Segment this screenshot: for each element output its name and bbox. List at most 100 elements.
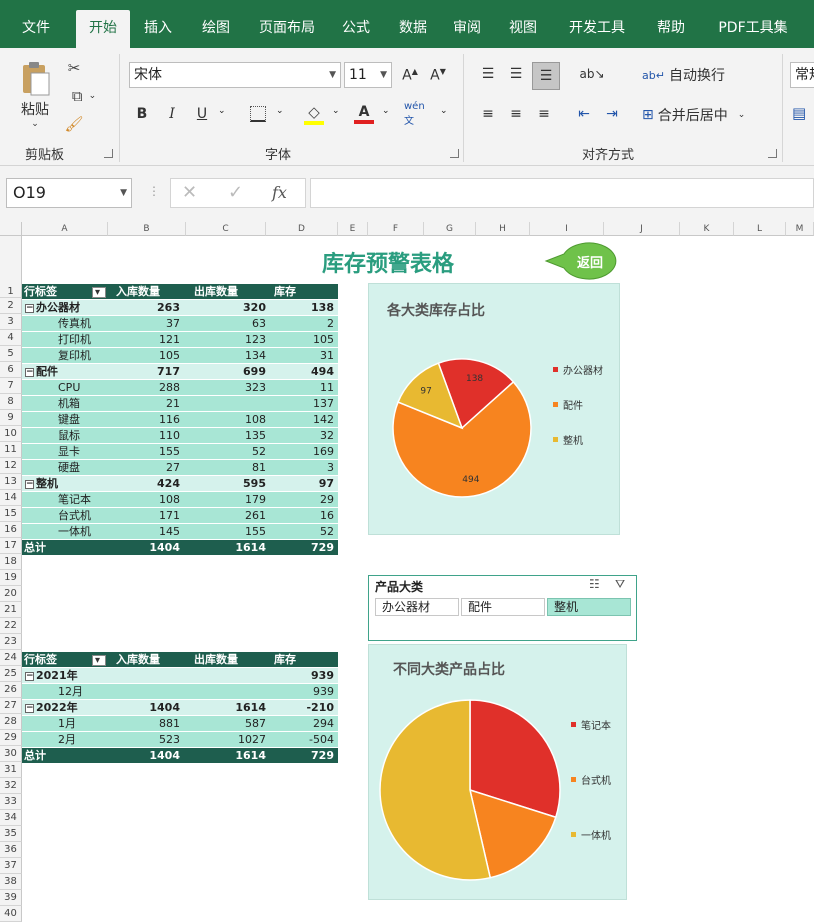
value-out[interactable]: 134 (192, 348, 270, 364)
legend-entry[interactable]: 配件 (553, 397, 583, 412)
font-dialog-launcher[interactable] (450, 149, 459, 158)
value-out[interactable]: 699 (192, 364, 270, 380)
slicer-item[interactable]: 整机 (547, 598, 631, 616)
value-in[interactable]: 108 (114, 492, 184, 508)
row-header[interactable]: 2 (0, 298, 22, 314)
value-in[interactable]: 288 (114, 380, 184, 396)
insert-function-button[interactable]: fx (272, 183, 287, 202)
collapse-icon[interactable]: − (25, 480, 34, 489)
value-in[interactable]: 145 (114, 524, 184, 540)
tab-9[interactable]: 开发工具 (558, 10, 636, 48)
collapse-icon[interactable]: − (25, 368, 34, 377)
row-header[interactable]: 28 (0, 714, 22, 730)
enter-icon[interactable]: ✓ (228, 182, 243, 203)
phonetic-button[interactable]: wén 文 (404, 100, 434, 128)
collapse-icon[interactable]: − (25, 704, 34, 713)
row-header[interactable]: 6 (0, 362, 22, 378)
chevron-down-icon[interactable]: ⌄ (332, 106, 340, 116)
row-header[interactable]: 18 (0, 554, 22, 570)
tab-7[interactable]: 审阅 (446, 10, 488, 48)
italic-button[interactable]: I (160, 102, 184, 126)
formula-input[interactable] (310, 178, 814, 208)
row-header[interactable]: 26 (0, 682, 22, 698)
value-stock[interactable]: 97 (270, 476, 338, 492)
value-in[interactable]: 171 (114, 508, 184, 524)
align-right-button[interactable]: ≡ (532, 102, 556, 126)
value-stock[interactable]: -504 (270, 732, 338, 748)
value-out[interactable]: 135 (192, 428, 270, 444)
value-out[interactable]: 52 (192, 444, 270, 460)
more-options-icon[interactable]: ⋮ (148, 184, 160, 198)
row-header[interactable]: 15 (0, 506, 22, 522)
cut-button[interactable]: ✂ (62, 56, 86, 80)
row-header[interactable]: 17 (0, 538, 22, 554)
value-stock[interactable]: 142 (270, 412, 338, 428)
legend-entry[interactable]: 办公器材 (553, 362, 603, 377)
tab-6[interactable]: 数据 (392, 10, 434, 48)
value-out[interactable]: 1614 (192, 540, 270, 556)
value-stock[interactable]: 294 (270, 716, 338, 732)
align-left-button[interactable]: ≡ (476, 102, 500, 126)
tab-0[interactable]: 文件 (14, 10, 58, 48)
column-header[interactable]: J (604, 222, 680, 236)
legend-entry[interactable]: 台式机 (571, 772, 611, 787)
value-stock[interactable]: 939 (270, 668, 338, 684)
row-header[interactable]: 37 (0, 858, 22, 874)
value-in[interactable] (114, 668, 184, 684)
slicer-product-category[interactable]: 产品大类 ☷ ⛛ 办公器材 配件 整机 (368, 575, 637, 641)
chevron-down-icon[interactable]: ⌄ (382, 106, 390, 116)
collapse-icon[interactable]: − (25, 672, 34, 681)
row-label[interactable]: 整机 (36, 476, 126, 492)
row-label[interactable]: 总计 (24, 540, 114, 556)
value-out[interactable] (192, 668, 270, 684)
font-name-dropdown[interactable]: 宋体 ▼ (129, 62, 341, 88)
row-header[interactable]: 8 (0, 394, 22, 410)
row-header[interactable]: 13 (0, 474, 22, 490)
row-labels-header[interactable]: 行标签 (24, 284, 88, 300)
tab-8[interactable]: 视图 (502, 10, 544, 48)
value-out[interactable]: 1027 (192, 732, 270, 748)
align-center-button[interactable]: ≡ (504, 102, 528, 126)
column-header[interactable]: H (476, 222, 530, 236)
slicer-item[interactable]: 配件 (461, 598, 545, 616)
value-stock[interactable]: 52 (270, 524, 338, 540)
select-all-corner[interactable] (0, 222, 22, 236)
column-header-in[interactable]: 入库数量 (116, 284, 182, 300)
row-label[interactable]: 2021年 (36, 668, 126, 684)
row-header[interactable]: 11 (0, 442, 22, 458)
paste-button[interactable]: 粘贴 ⌄ (12, 56, 58, 134)
value-in[interactable] (114, 684, 184, 700)
value-in[interactable]: 21 (114, 396, 184, 412)
row-header[interactable]: 35 (0, 826, 22, 842)
align-bottom-button[interactable]: ☰ (532, 62, 560, 90)
fill-color-button[interactable]: ◇ (302, 102, 326, 126)
row-label[interactable]: 总计 (24, 748, 114, 764)
column-header-out[interactable]: 出库数量 (194, 284, 266, 300)
underline-button[interactable]: U (190, 102, 214, 126)
multi-select-icon[interactable]: ☷ (589, 577, 600, 591)
tab-5[interactable]: 公式 (336, 10, 376, 48)
align-middle-button[interactable]: ☰ (504, 62, 528, 86)
currency-icon[interactable]: ▤ (792, 104, 806, 122)
cancel-icon[interactable]: ✕ (182, 182, 197, 203)
name-box[interactable]: O19 ▼ (6, 178, 132, 208)
borders-button[interactable] (246, 102, 270, 126)
value-out[interactable]: 123 (192, 332, 270, 348)
value-out[interactable]: 323 (192, 380, 270, 396)
value-in[interactable]: 121 (114, 332, 184, 348)
row-header[interactable]: 33 (0, 794, 22, 810)
row-header[interactable]: 32 (0, 778, 22, 794)
row-header[interactable]: 16 (0, 522, 22, 538)
row-header[interactable]: 1 (0, 236, 22, 298)
tab-11[interactable]: PDF工具集 (708, 10, 798, 48)
value-out[interactable] (192, 396, 270, 412)
increase-indent-button[interactable]: ⇥ (600, 102, 624, 126)
row-header[interactable]: 30 (0, 746, 22, 762)
clipboard-dialog-launcher[interactable] (104, 149, 113, 158)
row-header[interactable]: 24 (0, 650, 22, 666)
chevron-down-icon[interactable]: ⌄ (440, 106, 448, 116)
value-stock[interactable]: 137 (270, 396, 338, 412)
increase-font-button[interactable]: A▲ (398, 62, 422, 88)
slicer-item[interactable]: 办公器材 (375, 598, 459, 616)
value-stock[interactable]: 494 (270, 364, 338, 380)
